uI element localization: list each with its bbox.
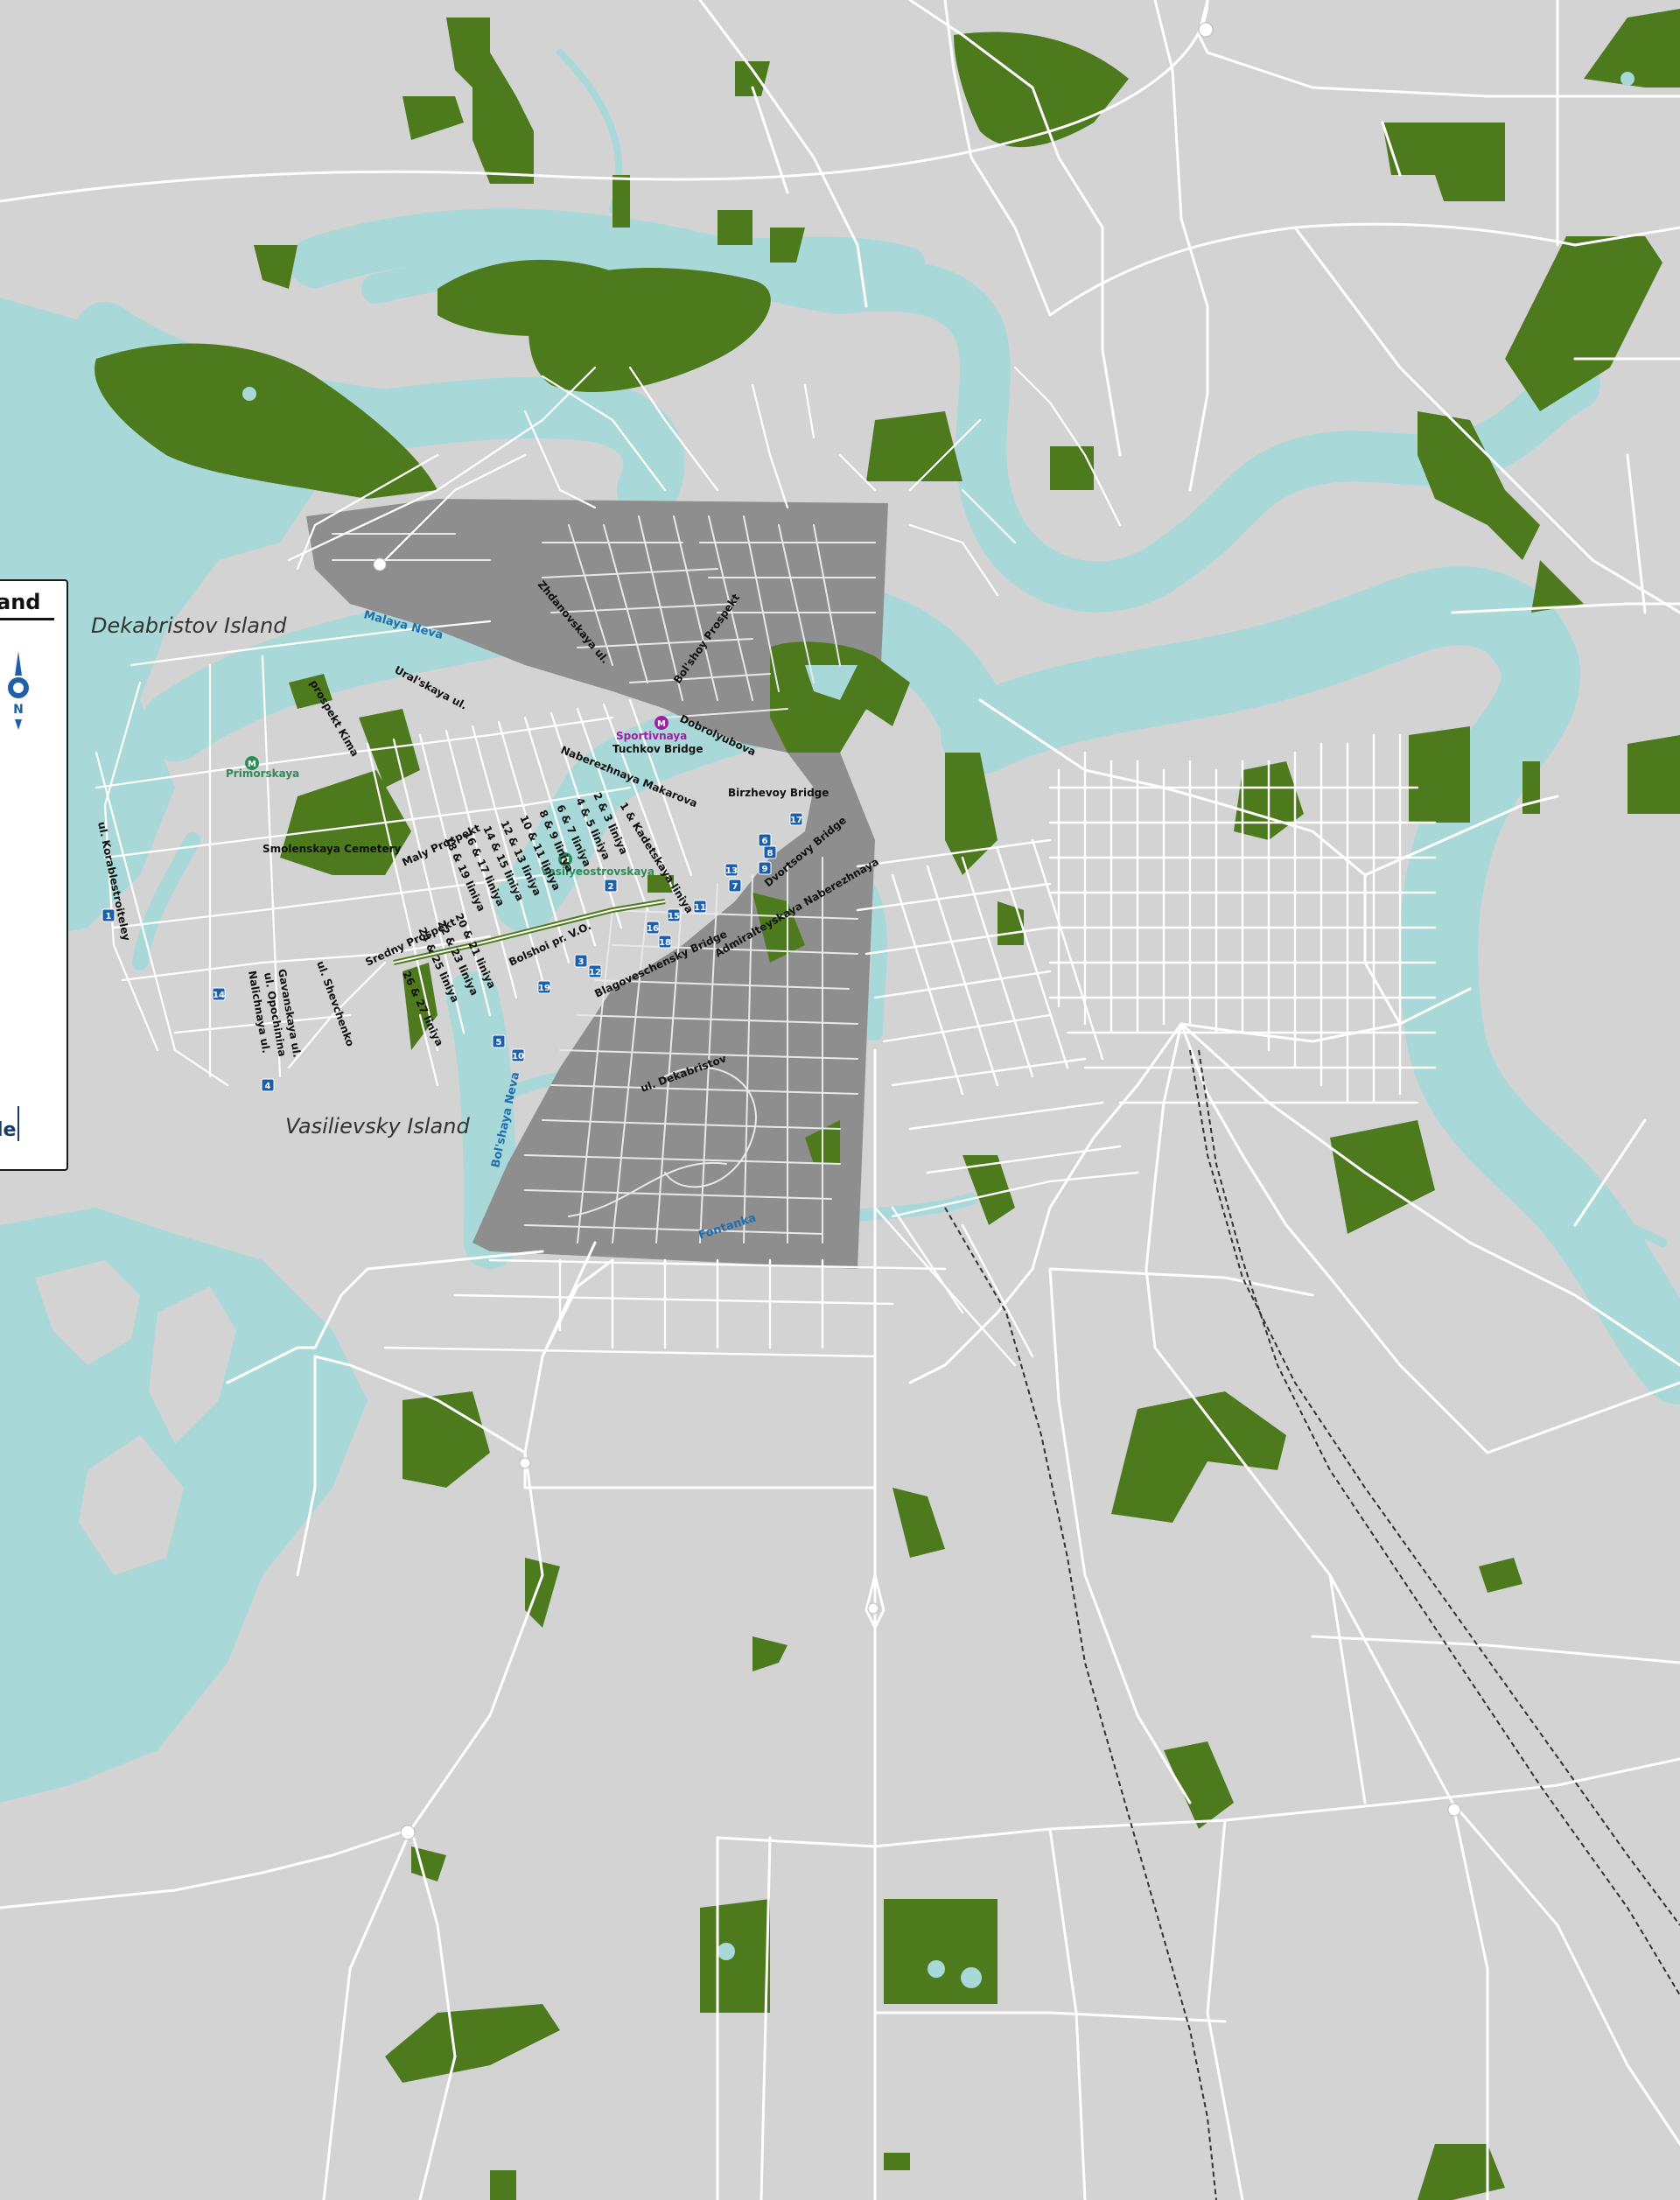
svg-text:7: 7 — [732, 882, 738, 892]
svg-text:2: 2 — [608, 882, 614, 892]
svg-text:1: 1 — [106, 912, 112, 921]
svg-text:3: 3 — [578, 957, 584, 967]
poi-marker-15[interactable]: 15 — [667, 908, 681, 922]
label-metro-sportivnaya: Sportivnaya — [616, 730, 687, 742]
svg-text:19: 19 — [538, 984, 550, 993]
legend-scale-label: le — [0, 1119, 17, 1141]
poi-marker-13[interactable]: 13 — [724, 863, 738, 877]
label-birzhevoy-bridge: Birzhevoy Bridge — [728, 787, 829, 799]
svg-text:17: 17 — [790, 816, 802, 825]
svg-text:10: 10 — [512, 1052, 524, 1061]
poi-marker-5[interactable]: 5 — [492, 1034, 506, 1048]
poi-marker-11[interactable]: 11 — [693, 900, 707, 914]
legend-title: and — [0, 590, 41, 614]
poi-marker-19[interactable]: 19 — [537, 980, 551, 994]
svg-text:5: 5 — [496, 1038, 502, 1047]
label-vasilievsky-island: Vasilievsky Island — [285, 1114, 470, 1139]
legend-panel: and N le — [0, 579, 68, 1171]
label-dekabristov-island: Dekabristov Island — [91, 613, 287, 638]
svg-text:14: 14 — [213, 991, 225, 1000]
label-metro-primorskaya: Primorskaya — [226, 767, 299, 780]
svg-text:13: 13 — [725, 866, 738, 876]
poi-marker-16[interactable]: 16 — [646, 921, 660, 935]
svg-text:16: 16 — [647, 924, 659, 934]
svg-text:M: M — [657, 719, 666, 729]
svg-text:4: 4 — [265, 1082, 271, 1091]
label-smolenskaya-cemetery: Smolenskaya Cemetery — [262, 843, 402, 855]
poi-marker-17[interactable]: 17 — [789, 812, 803, 826]
poi-marker-18[interactable]: 18 — [658, 935, 672, 949]
poi-marker-4[interactable]: 4 — [261, 1078, 275, 1092]
poi-marker-12[interactable]: 12 — [588, 964, 602, 978]
label-tuchkov-bridge: Tuchkov Bridge — [612, 743, 703, 755]
city-map[interactable]: 12345678910111213141516171819MMM Dekabri… — [0, 0, 1680, 2200]
scale-bar-icon — [18, 1106, 19, 1141]
svg-text:18: 18 — [659, 938, 671, 948]
metro-icon-sportivnaya[interactable]: M — [654, 716, 668, 730]
poi-marker-1[interactable]: 1 — [102, 908, 116, 922]
poi-marker-6[interactable]: 6 — [758, 833, 772, 847]
legend-rule — [0, 618, 54, 620]
poi-marker-2[interactable]: 2 — [604, 879, 618, 893]
poi-marker-7[interactable]: 7 — [728, 879, 742, 893]
poi-marker-3[interactable]: 3 — [574, 954, 588, 968]
compass-icon: N — [8, 651, 29, 730]
svg-text:8: 8 — [767, 849, 774, 858]
svg-text:6: 6 — [762, 837, 768, 846]
svg-text:12: 12 — [589, 968, 601, 977]
svg-text:9: 9 — [762, 865, 768, 874]
svg-text:15: 15 — [668, 912, 680, 921]
poi-marker-10[interactable]: 10 — [511, 1048, 525, 1062]
poi-marker-8[interactable]: 8 — [763, 845, 777, 859]
poi-marker-14[interactable]: 14 — [212, 987, 226, 1001]
poi-marker-9[interactable]: 9 — [758, 861, 772, 875]
compass-letter: N — [13, 703, 24, 717]
